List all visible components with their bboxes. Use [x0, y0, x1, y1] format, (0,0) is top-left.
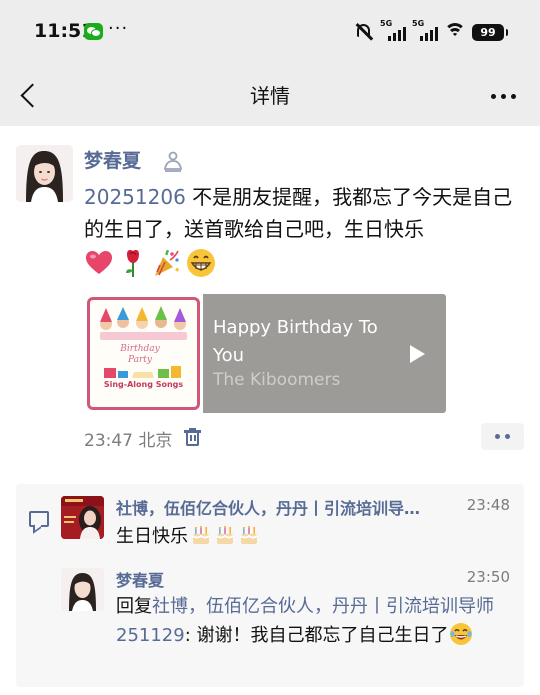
reply-text: 回复社博，伍佰亿合伙人，丹丹丨引流培训导师251129: 谢谢！我自己都忘了自己… — [116, 592, 512, 650]
visibility-person-icon — [162, 150, 184, 172]
song-artist: The Kiboomers — [213, 370, 341, 390]
battery-indicator: 99 — [472, 23, 508, 41]
album-cover: Birthday Party Sing-Along Songs — [84, 294, 203, 413]
grin-emoji — [186, 248, 216, 278]
party-popper-emoji — [152, 248, 182, 278]
heart-emoji — [84, 248, 114, 278]
wifi-icon — [444, 23, 466, 41]
post-emojis — [84, 247, 216, 279]
page-title: 详情 — [250, 84, 290, 108]
reply-time: 23:50 — [466, 568, 510, 586]
post-time: 23:47 — [84, 431, 133, 451]
comment-icon — [29, 511, 49, 527]
commenter-name[interactable]: 社博，伍佰亿合伙人，丹丹丨引流培训导… — [116, 495, 452, 519]
cake-emoji — [214, 524, 236, 546]
signal-icon: 5G — [380, 19, 406, 43]
status-icons: 5G 5G 99 — [354, 19, 508, 44]
delete-icon[interactable] — [184, 428, 201, 446]
mute-icon — [354, 23, 374, 41]
status-more-indicator: ··· — [108, 18, 129, 39]
play-icon[interactable] — [410, 345, 425, 363]
cake-emoji — [238, 524, 260, 546]
comments-section: 社博，伍佰亿合伙人，丹丹丨引流培训导… 23:48 生日快乐 梦春夏 23:50… — [16, 484, 524, 687]
commenter-avatar[interactable] — [61, 496, 104, 539]
reply-author-name[interactable]: 梦春夏 — [116, 567, 164, 591]
nav-bar: 详情 — [0, 64, 540, 126]
comment-text: 生日快乐 — [116, 522, 260, 548]
comment-body: 生日快乐 — [116, 526, 188, 547]
cake-emoji — [190, 524, 212, 546]
laugh-tears-emoji — [449, 622, 473, 646]
more-options-button[interactable] — [488, 86, 518, 106]
status-bar: 11:51 ··· 5G 5G 99 — [0, 0, 540, 64]
post-date-link[interactable]: 20251206 — [84, 185, 186, 209]
post-meta: 23:47 北京 — [84, 426, 172, 451]
post-location[interactable]: 北京 — [138, 431, 172, 451]
reply-prefix: 回复 — [116, 596, 152, 617]
album-cover-subtitle: Sing-Along Songs — [103, 380, 184, 389]
signal-icon-2: 5G — [412, 19, 438, 43]
wechat-notification-icon — [84, 23, 103, 40]
reply-avatar[interactable] — [61, 568, 104, 611]
like-comment-menu-button[interactable] — [481, 423, 524, 450]
reply-body: : 谢谢！我自己都忘了自己生日了 — [184, 625, 449, 646]
comment-time: 23:48 — [466, 496, 510, 514]
music-card[interactable]: Birthday Party Sing-Along Songs Happy Bi… — [84, 294, 446, 413]
post-text: 20251206 不是朋友提醒，我都忘了今天是自己的生日了，送首歌给自己吧，生日… — [84, 181, 524, 245]
rose-emoji — [118, 248, 148, 278]
author-name[interactable]: 梦春夏 — [84, 146, 141, 173]
song-title: Happy Birthday To You — [213, 317, 378, 366]
author-avatar[interactable] — [16, 145, 73, 202]
